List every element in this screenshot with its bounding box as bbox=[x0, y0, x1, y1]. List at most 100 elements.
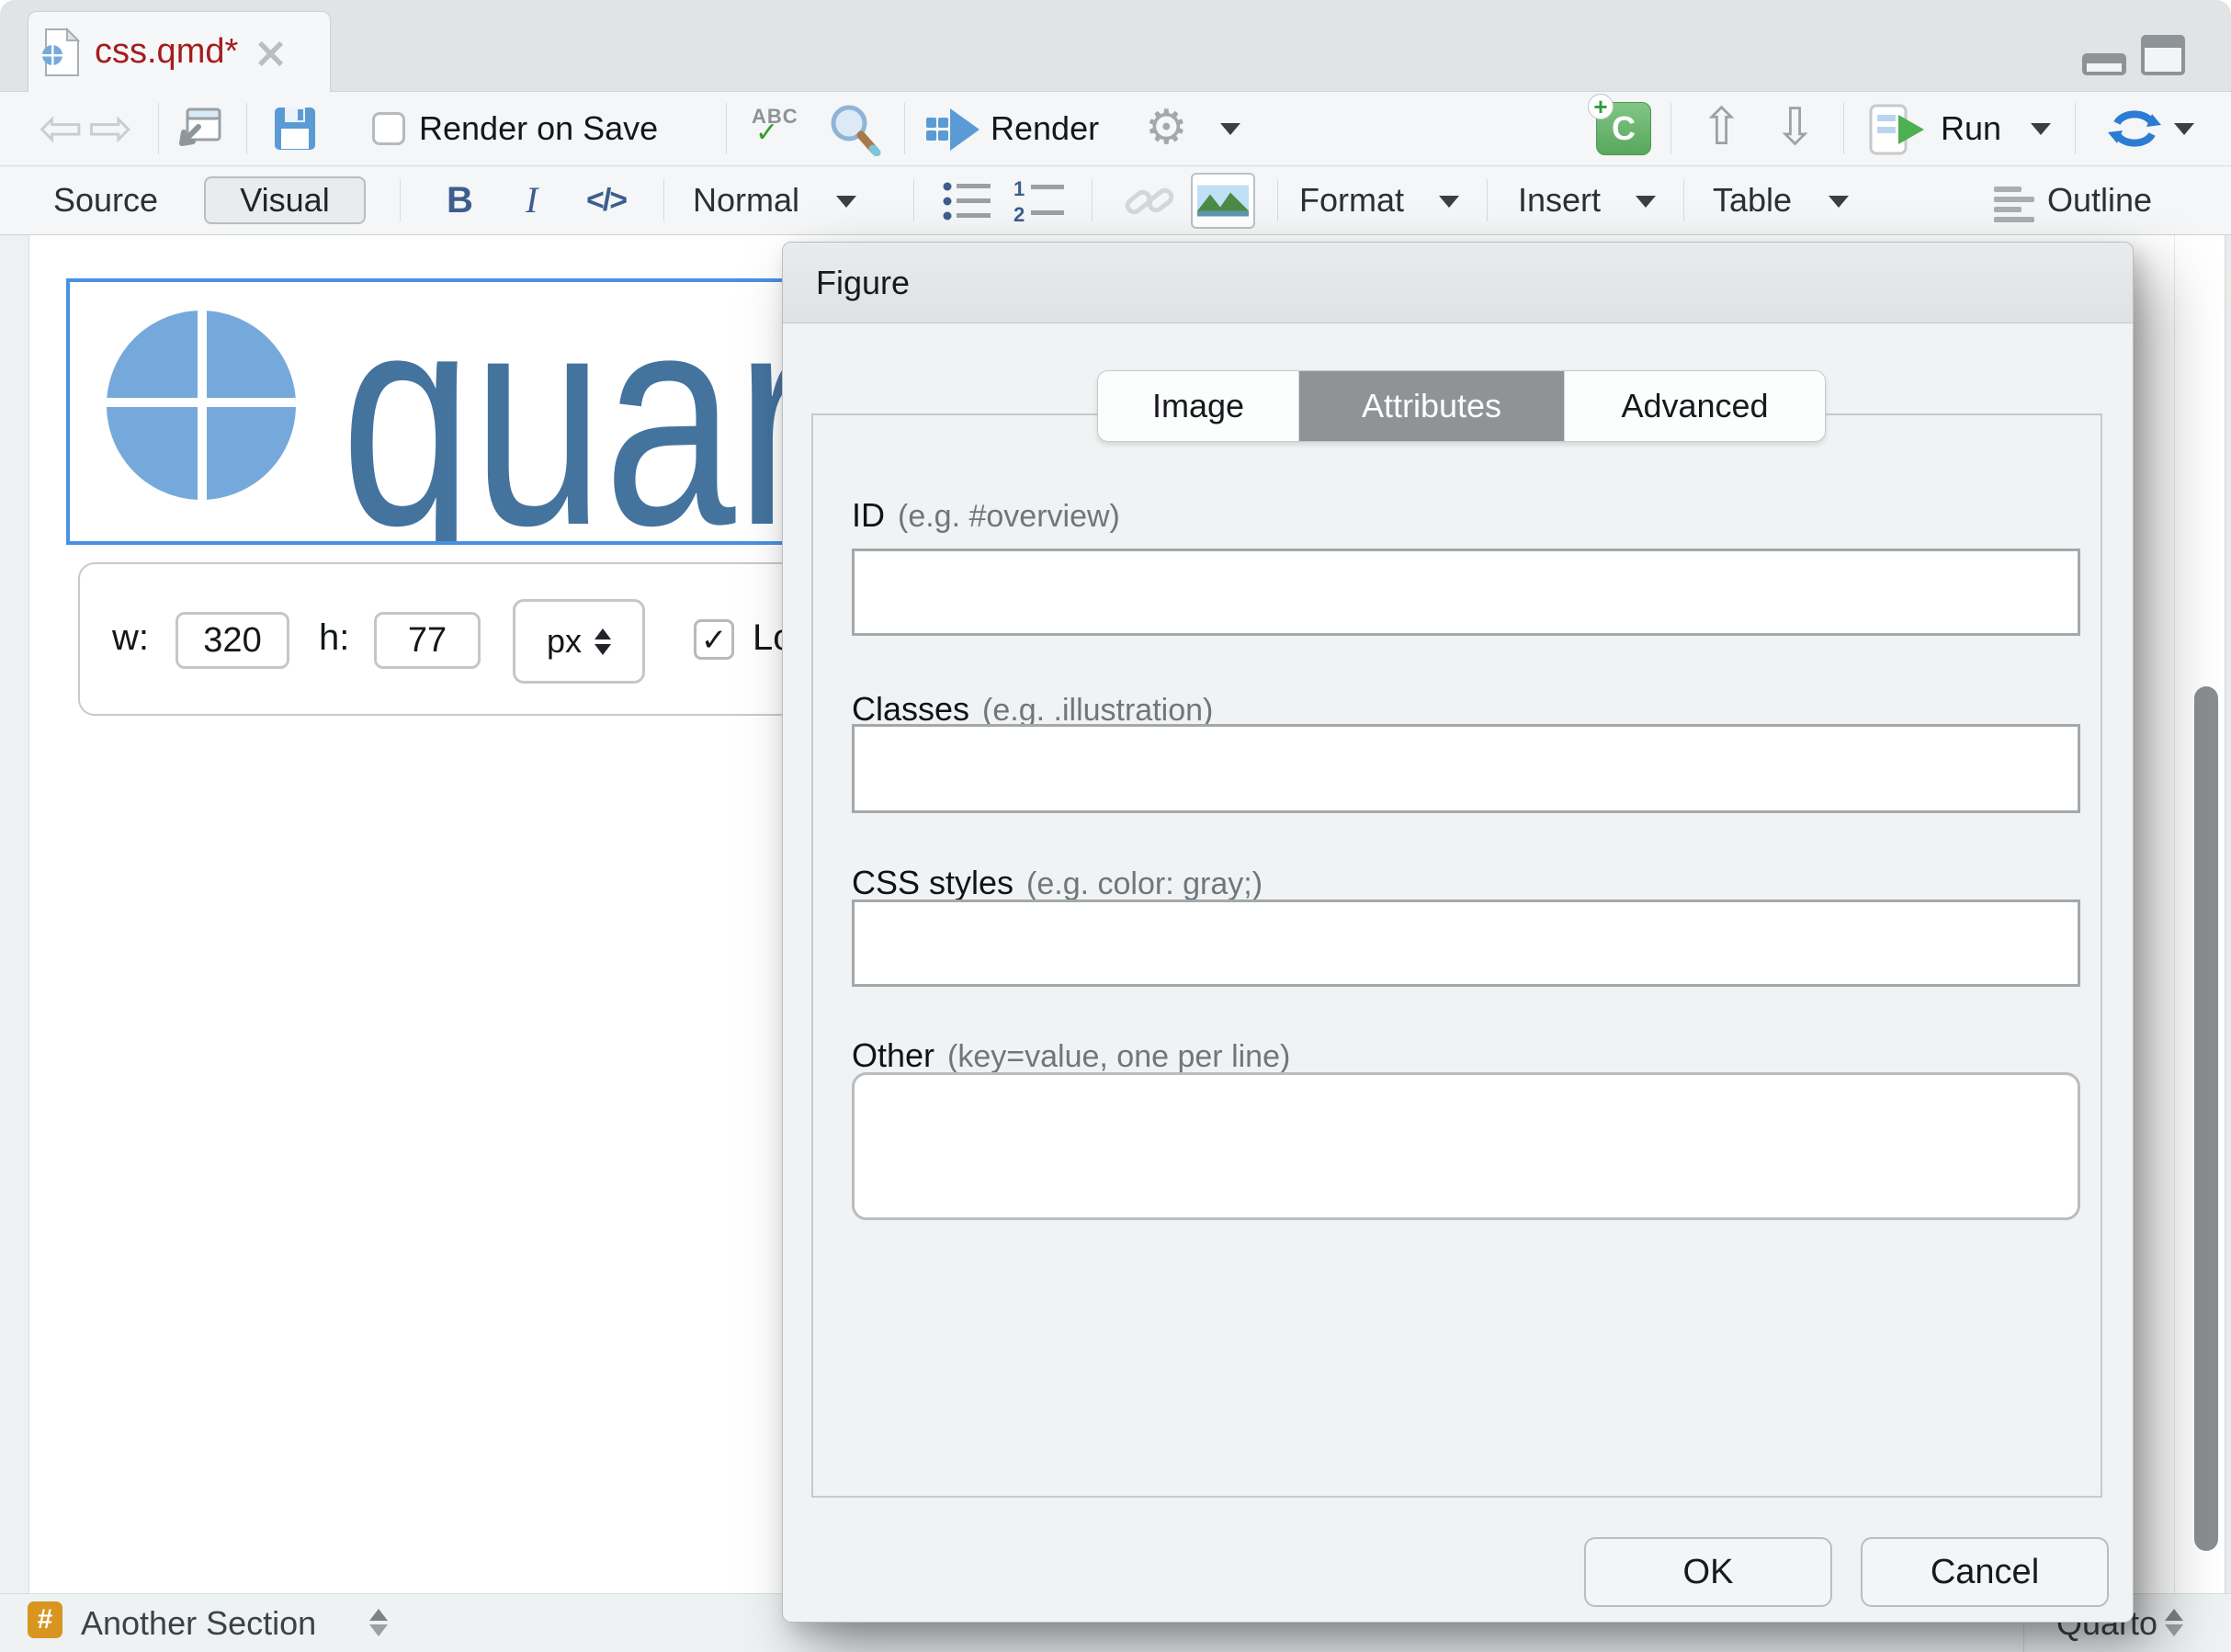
chevron-down-icon[interactable] bbox=[1439, 196, 1459, 208]
separator bbox=[2075, 103, 2076, 154]
cancel-button[interactable]: Cancel bbox=[1861, 1537, 2109, 1607]
render-button[interactable]: Render bbox=[991, 92, 1099, 165]
other-textarea[interactable] bbox=[852, 1072, 2080, 1220]
css-styles-field-label: CSS styles(e.g. color: gray;) bbox=[852, 864, 1263, 902]
numbered-list-icon[interactable]: 1 2 bbox=[1013, 179, 1066, 223]
section-breadcrumb[interactable]: Another Section bbox=[81, 1594, 316, 1652]
spellcheck-icon[interactable]: ABC ✓ bbox=[752, 107, 798, 143]
format-menu[interactable]: Format bbox=[1299, 166, 1404, 234]
next-section-icon[interactable]: ⇩ bbox=[1773, 92, 1817, 164]
separator bbox=[726, 103, 727, 154]
main-toolbar: ⇦ ⇨ Render on Save ABC ✓ bbox=[0, 92, 2231, 166]
tab-css-qmd[interactable]: css.qmd* × bbox=[28, 11, 331, 92]
format-toolbar: Source Visual B I </> Normal 1 2 bbox=[0, 166, 2231, 235]
tab-attributes[interactable]: Attributes bbox=[1298, 371, 1564, 441]
tab-advanced[interactable]: Advanced bbox=[1564, 371, 1825, 441]
table-menu[interactable]: Table bbox=[1713, 166, 1792, 234]
bold-button[interactable]: B bbox=[447, 166, 473, 234]
quarto-file-icon bbox=[41, 28, 80, 77]
outline-icon[interactable] bbox=[1994, 187, 2034, 222]
section-selector-arrows-icon[interactable] bbox=[369, 1609, 388, 1636]
chevron-down-icon[interactable] bbox=[2174, 123, 2194, 135]
engine-selector-arrows-icon[interactable] bbox=[2165, 1609, 2183, 1636]
run-button[interactable]: Run bbox=[1941, 92, 2001, 165]
search-icon[interactable] bbox=[827, 103, 882, 156]
tab-title: css.qmd* bbox=[95, 32, 238, 72]
save-icon[interactable] bbox=[274, 107, 316, 151]
svg-text:1: 1 bbox=[1014, 179, 1025, 200]
vertical-scrollbar[interactable] bbox=[2194, 686, 2218, 1551]
units-value: px bbox=[547, 622, 582, 661]
width-label: w: bbox=[112, 617, 149, 659]
back-icon[interactable]: ⇦ bbox=[39, 92, 84, 164]
visual-mode-button[interactable]: Visual bbox=[204, 176, 366, 224]
italic-button[interactable]: I bbox=[526, 166, 538, 234]
tab-strip: css.qmd* × bbox=[0, 0, 2231, 92]
open-in-window-icon[interactable] bbox=[176, 107, 222, 151]
separator bbox=[400, 179, 401, 221]
width-input[interactable] bbox=[176, 612, 289, 669]
tab-close-icon[interactable]: × bbox=[253, 34, 289, 71]
height-input[interactable] bbox=[374, 612, 481, 669]
minimize-pane-icon[interactable] bbox=[2082, 53, 2126, 75]
maximize-pane-icon[interactable] bbox=[2141, 35, 2185, 75]
link-icon bbox=[1125, 181, 1174, 221]
separator bbox=[1487, 179, 1488, 221]
chevron-down-icon[interactable] bbox=[1829, 196, 1849, 208]
section-hash-icon: # bbox=[28, 1601, 62, 1638]
dialog-tab-group: Image Attributes Advanced bbox=[1097, 370, 1826, 442]
css-styles-input[interactable] bbox=[852, 900, 2080, 987]
editor-gutter bbox=[0, 235, 29, 1593]
separator bbox=[1843, 103, 1844, 154]
render-on-save-checkbox[interactable] bbox=[372, 112, 405, 145]
ok-button[interactable]: OK bbox=[1584, 1537, 1832, 1607]
separator bbox=[663, 179, 664, 221]
pane-edge bbox=[2225, 235, 2231, 1652]
source-mode-button[interactable]: Source bbox=[53, 166, 158, 234]
quarto-logo-icon bbox=[107, 311, 296, 500]
separator bbox=[158, 103, 159, 154]
insert-chunk-button[interactable]: C + bbox=[1596, 102, 1651, 155]
chevron-down-icon[interactable] bbox=[1636, 196, 1656, 208]
forward-icon[interactable]: ⇨ bbox=[88, 92, 133, 164]
outline-button[interactable]: Outline bbox=[2047, 166, 2152, 234]
rerun-icon[interactable] bbox=[2108, 107, 2161, 151]
rstudio-window: css.qmd* × ⇦ ⇨ Render on Save ABC ✓ bbox=[0, 0, 2231, 1652]
code-button[interactable]: </> bbox=[586, 166, 626, 234]
run-icon[interactable] bbox=[1869, 104, 1926, 155]
chevron-down-icon[interactable] bbox=[2031, 123, 2051, 135]
paragraph-style-dropdown[interactable]: Normal bbox=[693, 166, 799, 234]
prev-section-icon[interactable]: ⇧ bbox=[1700, 92, 1743, 164]
id-input[interactable] bbox=[852, 549, 2080, 636]
tab-image[interactable]: Image bbox=[1098, 371, 1298, 441]
classes-field-label: Classes(e.g. .illustration) bbox=[852, 690, 1213, 729]
classes-input[interactable] bbox=[852, 724, 2080, 813]
scrollbar-track bbox=[2174, 235, 2175, 1593]
separator bbox=[1092, 179, 1093, 221]
dialog-header: Figure bbox=[783, 243, 2133, 323]
figure-dialog: Figure Image Attributes Advanced ID(e.g.… bbox=[782, 242, 2134, 1623]
separator bbox=[904, 103, 905, 154]
render-on-save-label[interactable]: Render on Save bbox=[419, 92, 658, 165]
height-label: h: bbox=[319, 617, 349, 659]
separator bbox=[246, 103, 247, 154]
separator bbox=[1670, 103, 1671, 154]
bullet-list-icon[interactable] bbox=[943, 181, 992, 221]
chevron-down-icon[interactable] bbox=[836, 196, 856, 208]
select-arrows-icon bbox=[595, 628, 611, 655]
gear-icon[interactable]: ⚙ bbox=[1145, 92, 1188, 164]
dialog-title: Figure bbox=[816, 243, 910, 323]
image-button[interactable] bbox=[1191, 173, 1255, 229]
separator bbox=[913, 179, 914, 221]
lock-ratio-checkbox[interactable]: ✓ bbox=[694, 619, 734, 660]
render-icon[interactable] bbox=[924, 105, 981, 154]
id-field-label: ID(e.g. #overview) bbox=[852, 496, 1120, 535]
plus-icon: + bbox=[1588, 94, 1614, 119]
units-select[interactable]: px bbox=[513, 599, 645, 684]
other-field-label: Other(key=value, one per line) bbox=[852, 1036, 1290, 1075]
svg-text:2: 2 bbox=[1014, 203, 1025, 223]
insert-menu[interactable]: Insert bbox=[1518, 166, 1601, 234]
chevron-down-icon[interactable] bbox=[1220, 123, 1240, 135]
separator bbox=[1683, 179, 1684, 221]
separator bbox=[1277, 179, 1278, 221]
